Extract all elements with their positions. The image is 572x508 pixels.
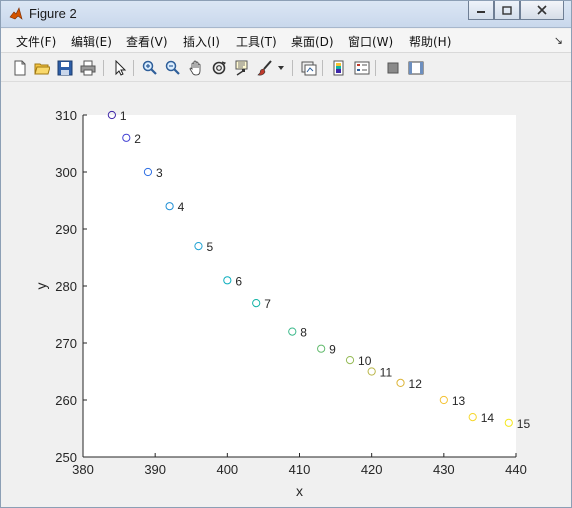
menu-help[interactable]: 帮助(H) — [409, 33, 451, 50]
data-cursor-button[interactable] — [232, 58, 252, 78]
toolbar-separator — [103, 60, 104, 76]
print-icon — [80, 60, 96, 76]
toolbar-separator — [133, 60, 134, 76]
y-tick-label: 270 — [55, 336, 77, 351]
pan-button[interactable] — [186, 58, 206, 78]
x-tick-label: 400 — [216, 462, 238, 477]
close-icon — [537, 5, 547, 15]
x-tick-label: 420 — [361, 462, 383, 477]
y-tick-label: 280 — [55, 279, 77, 294]
data-point-label: 13 — [452, 394, 466, 408]
data-point-label: 11 — [380, 366, 393, 380]
menu-insert[interactable]: 插入(I) — [183, 33, 220, 50]
edit-plot-button[interactable] — [110, 58, 130, 78]
rotate-3d-icon — [212, 61, 227, 75]
edit-plot-arrow-icon — [115, 60, 127, 76]
y-tick-label: 260 — [55, 393, 77, 408]
data-point-label: 1 — [120, 109, 127, 123]
data-point-label: 7 — [264, 297, 271, 311]
y-axis-label: y — [33, 283, 49, 290]
title-bar[interactable]: Figure 2 — [1, 1, 571, 28]
show-plot-tools-icon — [408, 61, 424, 75]
data-point-label: 4 — [178, 200, 185, 214]
toolbar-separator — [322, 60, 323, 76]
data-point-label: 10 — [358, 354, 372, 368]
menu-bar: 文件(F) 编辑(E) 查看(V) 插入(I) 工具(T) 桌面(D) 窗口(W… — [1, 29, 571, 53]
new-figure-button[interactable] — [10, 58, 30, 78]
data-point-label: 2 — [134, 132, 141, 146]
menu-window[interactable]: 窗口(W) — [348, 33, 393, 50]
insert-colorbar-button[interactable] — [329, 58, 349, 78]
hide-plot-tools-button[interactable] — [383, 58, 403, 78]
y-tick-label: 250 — [55, 450, 77, 465]
figure-toolbar — [1, 54, 571, 82]
menu-edit[interactable]: 编辑(E) — [71, 33, 112, 50]
menu-dock-arrow-icon[interactable]: ↘ — [554, 34, 563, 47]
hide-plot-tools-icon — [387, 62, 399, 74]
scatter-plot[interactable]: 380 390 400 410 420 430 4402502602702802903003… — [2, 83, 570, 507]
data-cursor-icon — [235, 60, 248, 76]
menu-desktop[interactable]: 桌面(D) — [291, 33, 334, 50]
zoom-in-icon — [142, 60, 157, 75]
insert-legend-icon — [354, 61, 370, 75]
save-icon — [57, 60, 73, 76]
data-point-label: 15 — [517, 417, 531, 431]
y-tick-label: 300 — [55, 165, 77, 180]
data-point-label: 6 — [235, 274, 242, 288]
toolbar-separator — [375, 60, 376, 76]
brush-button[interactable] — [255, 58, 275, 78]
data-point-label: 3 — [156, 166, 163, 180]
close-button[interactable] — [520, 1, 564, 20]
minimize-button[interactable] — [468, 1, 494, 20]
open-file-button[interactable] — [32, 58, 52, 78]
show-plot-tools-button[interactable] — [406, 58, 426, 78]
menu-file[interactable]: 文件(F) — [16, 33, 56, 50]
menu-view[interactable]: 查看(V) — [126, 33, 168, 50]
data-point-label: 9 — [329, 343, 336, 357]
data-point-label: 8 — [300, 326, 307, 340]
zoom-out-button[interactable] — [163, 58, 183, 78]
menu-tools[interactable]: 工具(T) — [236, 33, 277, 50]
open-file-icon — [34, 63, 50, 75]
maximize-button[interactable] — [494, 1, 520, 20]
print-button[interactable] — [78, 58, 98, 78]
toolbar-separator — [292, 60, 293, 76]
pan-hand-icon — [189, 60, 201, 76]
insert-legend-button[interactable] — [352, 58, 372, 78]
figure-canvas: 380 390 400 410 420 430 440 250 260 270 280 290 300 3… — [2, 83, 570, 507]
save-button[interactable] — [55, 58, 75, 78]
brush-dropdown-button[interactable] — [276, 58, 286, 78]
brush-icon — [257, 60, 272, 76]
link-plot-button[interactable] — [299, 58, 319, 78]
x-tick-label: 390 — [144, 462, 166, 477]
figure-window: Figure 2 文件(F) 编辑(E) 查看(V) 插入(I) 工具(T) 桌… — [0, 0, 572, 508]
data-point-label: 5 — [206, 240, 213, 254]
insert-colorbar-icon — [333, 60, 344, 76]
brush-dropdown-icon — [278, 66, 284, 70]
matlab-logo-icon — [9, 7, 23, 20]
x-axis-label: x — [296, 483, 303, 499]
rotate-3d-button[interactable] — [209, 58, 229, 78]
minimize-icon — [477, 11, 485, 13]
y-tick-label: 290 — [55, 222, 77, 237]
x-tick-label: 440 — [505, 462, 527, 477]
x-tick-label: 430 — [433, 462, 455, 477]
link-plot-icon — [301, 61, 317, 76]
zoom-out-icon — [165, 60, 180, 75]
zoom-in-button[interactable] — [140, 58, 160, 78]
new-figure-icon — [14, 60, 26, 76]
data-point-label: 12 — [409, 377, 423, 391]
data-point-label: 14 — [481, 411, 495, 425]
y-tick-label: 310 — [55, 108, 77, 123]
maximize-icon — [502, 5, 512, 15]
window-title: Figure 2 — [29, 6, 77, 21]
x-tick-label: 410 — [289, 462, 311, 477]
